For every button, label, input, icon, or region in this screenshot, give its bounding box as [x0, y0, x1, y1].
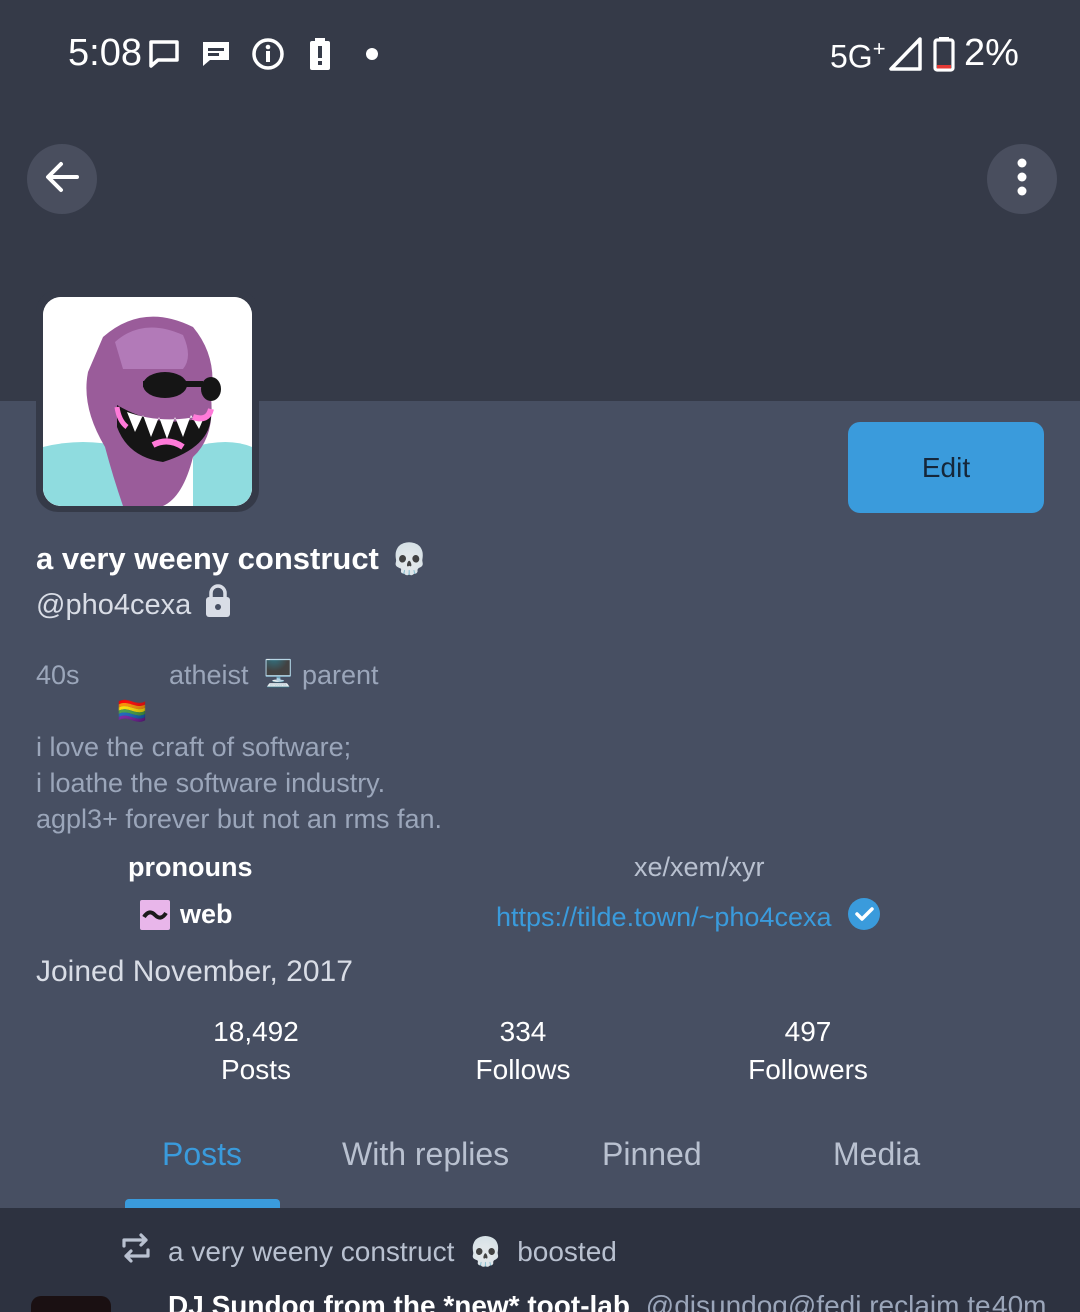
- post-author-name[interactable]: DJ Sundog from the *new* toot-lab: [168, 1290, 630, 1312]
- post-time: 40m: [992, 1290, 1047, 1312]
- chat-icon: [198, 36, 234, 72]
- post-author-handle: @djsundog@fedi.reclaim.te: [645, 1290, 991, 1312]
- rainbow-flag-emoji: 🏳️‍🌈: [117, 698, 147, 725]
- computer-emoji: 🖥️: [262, 658, 295, 688]
- back-button[interactable]: [27, 144, 97, 214]
- tab-media[interactable]: Media: [833, 1136, 920, 1173]
- bio-tag-age: 40s: [36, 660, 80, 690]
- field-value-pronouns: xe/xem/xyr: [634, 852, 765, 882]
- stat-followers[interactable]: 497 Followers: [708, 1016, 908, 1086]
- field-label-web: web: [180, 899, 233, 929]
- field-link-web[interactable]: https://tilde.town/~pho4cexa: [496, 897, 881, 938]
- field-label-pronouns: pronouns: [128, 852, 253, 882]
- status-bar: 5:08 5G+ 2%: [0, 0, 1080, 110]
- skull-emoji: 💀: [390, 542, 429, 576]
- stat-follows[interactable]: 334 Follows: [423, 1016, 623, 1086]
- field-label-web-row: web: [140, 899, 233, 930]
- edit-profile-button[interactable]: Edit: [848, 422, 1044, 513]
- boost-name[interactable]: a very weeny construct: [168, 1236, 454, 1268]
- tab-pinned[interactable]: Pinned: [602, 1136, 702, 1173]
- bio-line-1: i love the craft of software;: [36, 732, 352, 762]
- battery-icon: [930, 36, 958, 72]
- dot-icon: [366, 48, 378, 60]
- more-options-button[interactable]: [987, 144, 1057, 214]
- boost-row: a very weeny construct 💀 boosted: [118, 1230, 617, 1273]
- message-icon: [146, 36, 182, 72]
- tab-posts[interactable]: Posts: [162, 1136, 242, 1173]
- bio-tag-parent: parent: [302, 660, 379, 690]
- display-name: a very weeny construct 💀: [36, 541, 428, 577]
- post-author-row[interactable]: DJ Sundog from the *new* toot-lab @djsun…: [168, 1290, 1080, 1312]
- info-icon: [250, 36, 286, 72]
- bio-line-2: i loathe the software industry.: [36, 768, 386, 798]
- stat-posts[interactable]: 18,492 Posts: [156, 1016, 356, 1086]
- boost-icon: [118, 1230, 154, 1273]
- posts-count: 18,492: [213, 1016, 299, 1047]
- display-name-text: a very weeny construct: [36, 541, 379, 576]
- boost-skull-emoji: 💀: [468, 1236, 504, 1267]
- network-label: 5G+: [830, 36, 886, 75]
- joined-date: Joined November, 2017: [36, 955, 353, 988]
- battery-percent: 2%: [964, 32, 1019, 74]
- bio-tag-atheist: atheist: [169, 660, 249, 690]
- followers-label: Followers: [748, 1054, 868, 1085]
- avatar[interactable]: [43, 297, 252, 506]
- follows-count: 334: [499, 1016, 547, 1047]
- post-author-avatar[interactable]: [31, 1296, 111, 1312]
- posts-label: Posts: [220, 1054, 292, 1085]
- boost-suffix: boosted: [517, 1235, 617, 1267]
- status-time: 5:08: [68, 32, 142, 74]
- lock-icon: [205, 584, 231, 626]
- follows-label: Follows: [475, 1054, 571, 1085]
- battery-alert-icon: [302, 36, 338, 72]
- tilde-icon: [140, 899, 170, 930]
- signal-icon: [888, 36, 924, 72]
- more-vertical-icon: [1016, 157, 1028, 202]
- followers-count: 497: [784, 1016, 832, 1047]
- verified-check-icon: [847, 897, 881, 938]
- field-value-web[interactable]: https://tilde.town/~pho4cexa: [496, 902, 831, 933]
- active-tab-indicator: [125, 1199, 280, 1208]
- arrow-left-icon: [42, 157, 82, 202]
- account-handle: @pho4cexa: [36, 584, 231, 626]
- bio-line-3: agpl3+ forever but not an rms fan.: [36, 804, 442, 834]
- handle-text: @pho4cexa: [36, 588, 192, 621]
- tab-with-replies[interactable]: With replies: [342, 1136, 509, 1173]
